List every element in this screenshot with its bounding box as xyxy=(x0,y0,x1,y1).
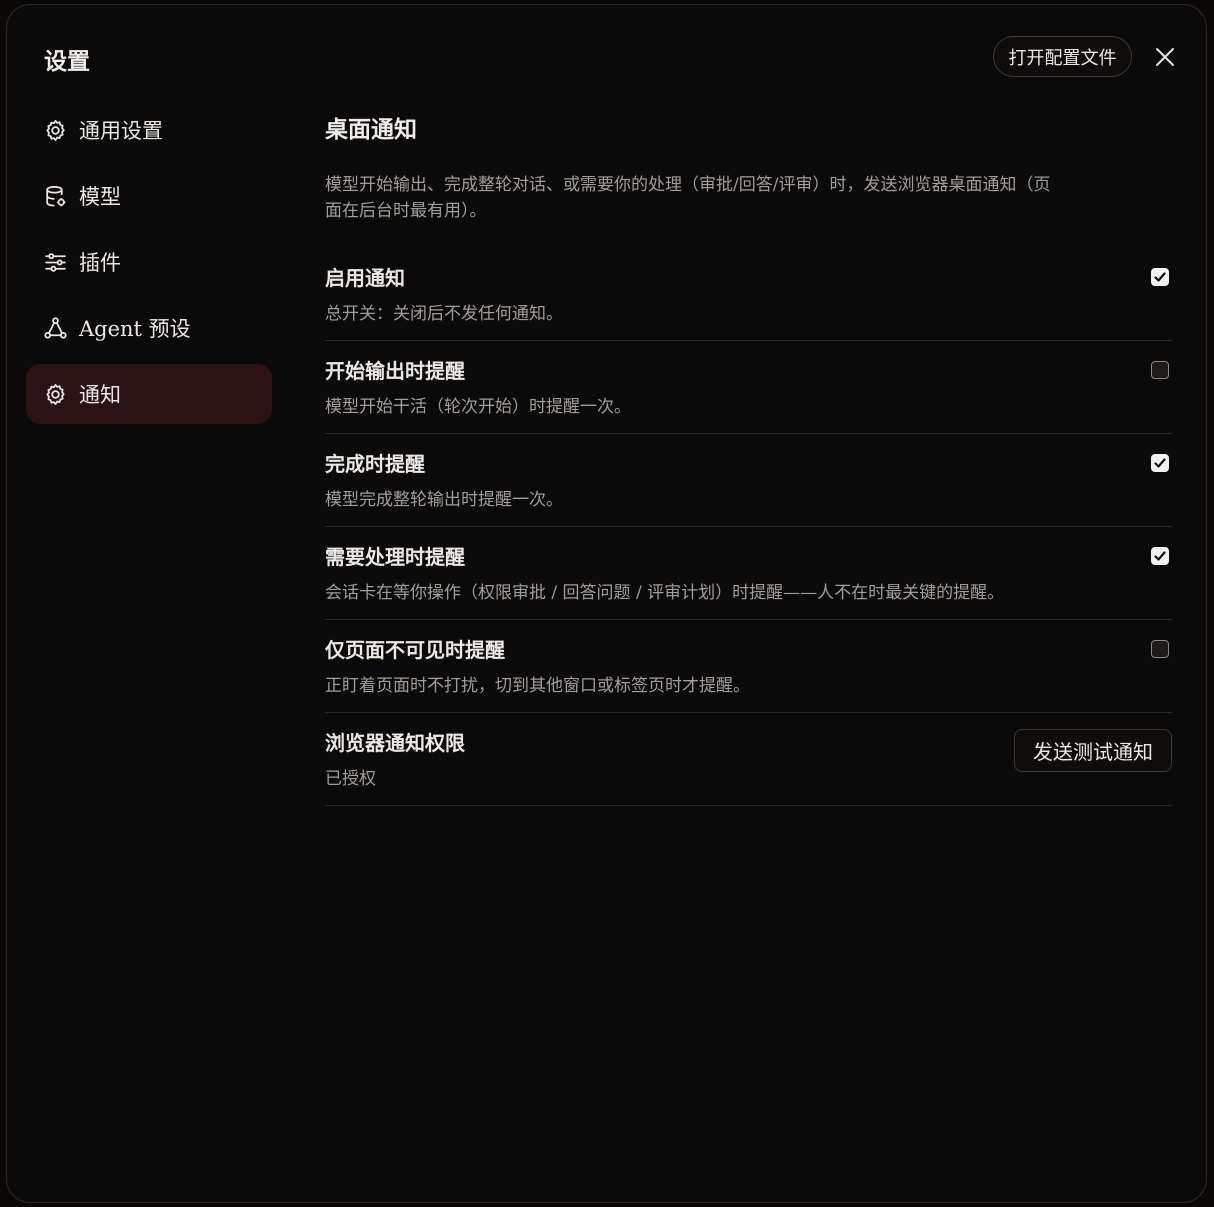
sidebar-item-label: 通知 xyxy=(79,383,121,407)
section-title: 桌面通知 xyxy=(325,116,417,143)
setting-row-permission: 浏览器通知权限 已授权 发送测试通知 xyxy=(325,713,1172,806)
dialog-title: 设置 xyxy=(44,48,90,75)
database-icon xyxy=(46,185,66,207)
close-icon xyxy=(1156,48,1174,66)
setting-row-hidden-only: 仅页面不可见时提醒 正盯着页面时不打扰，切到其他窗口或标签页时才提醒。 xyxy=(325,620,1172,713)
action-needed-checkbox[interactable] xyxy=(1151,547,1169,565)
setting-description: 总开关：关闭后不发任何通知。 xyxy=(325,304,563,324)
hidden-only-checkbox[interactable] xyxy=(1151,640,1169,658)
sidebar-item-agent-presets[interactable]: Agent 预设 xyxy=(26,298,272,358)
setting-title: 启用通知 xyxy=(325,266,405,290)
check-icon xyxy=(1154,458,1166,468)
send-test-notification-button[interactable]: 发送测试通知 xyxy=(1014,729,1172,772)
sidebar-item-label: 模型 xyxy=(79,185,121,209)
enable-notifications-checkbox[interactable] xyxy=(1151,268,1169,286)
setting-description: 模型开始干活（轮次开始）时提醒一次。 xyxy=(325,397,631,417)
settings-list: 启用通知 总开关：关闭后不发任何通知。 开始输出时提醒 模型开始干活（轮次开始）… xyxy=(325,248,1172,806)
check-icon xyxy=(1154,272,1166,282)
sidebar: 通用设置 模型 插件 Agent 预设 通知 xyxy=(26,100,272,430)
setting-title: 需要处理时提醒 xyxy=(325,545,465,569)
permission-title: 浏览器通知权限 xyxy=(325,731,465,755)
permission-status: 已授权 xyxy=(325,769,376,789)
close-button[interactable] xyxy=(1150,42,1180,72)
setting-description: 模型完成整轮输出时提醒一次。 xyxy=(325,490,563,510)
settings-content: 桌面通知 模型开始输出、完成整轮对话、或需要你的处理（审批/回答/评审）时，发送… xyxy=(325,115,1172,806)
nodes-icon xyxy=(44,316,67,339)
sliders-icon xyxy=(45,252,66,272)
sidebar-item-label: Agent 预设 xyxy=(79,317,191,341)
setting-row-enable: 启用通知 总开关：关闭后不发任何通知。 xyxy=(325,248,1172,341)
start-output-checkbox[interactable] xyxy=(1151,361,1169,379)
check-icon xyxy=(1154,551,1166,561)
setting-description: 会话卡在等你操作（权限审批 / 回答问题 / 评审计划）时提醒——人不在时最关键… xyxy=(325,583,1005,603)
gear-icon xyxy=(46,383,65,405)
sidebar-item-notifications[interactable]: 通知 xyxy=(26,364,272,424)
settings-dialog: 设置 打开配置文件 通用设置 模型 插件 Agent 预设 通知 桌面通知 模型… xyxy=(6,4,1207,1203)
setting-row-complete: 完成时提醒 模型完成整轮输出时提醒一次。 xyxy=(325,434,1172,527)
setting-row-action-needed: 需要处理时提醒 会话卡在等你操作（权限审批 / 回答问题 / 评审计划）时提醒—… xyxy=(325,527,1172,620)
gear-icon xyxy=(46,119,65,141)
open-config-button[interactable]: 打开配置文件 xyxy=(993,36,1132,77)
sidebar-item-label: 插件 xyxy=(79,251,121,275)
sidebar-item-plugins[interactable]: 插件 xyxy=(26,232,272,292)
setting-title: 开始输出时提醒 xyxy=(325,359,465,383)
complete-checkbox[interactable] xyxy=(1151,454,1169,472)
setting-row-start: 开始输出时提醒 模型开始干活（轮次开始）时提醒一次。 xyxy=(325,341,1172,434)
sidebar-item-general[interactable]: 通用设置 xyxy=(26,100,272,160)
sidebar-item-models[interactable]: 模型 xyxy=(26,166,272,226)
setting-title: 完成时提醒 xyxy=(325,452,425,476)
setting-description: 正盯着页面时不打扰，切到其他窗口或标签页时才提醒。 xyxy=(325,676,750,696)
setting-title: 仅页面不可见时提醒 xyxy=(325,638,505,662)
section-description: 模型开始输出、完成整轮对话、或需要你的处理（审批/回答/评审）时，发送浏览器桌面… xyxy=(325,175,1051,221)
sidebar-item-label: 通用设置 xyxy=(79,119,163,143)
